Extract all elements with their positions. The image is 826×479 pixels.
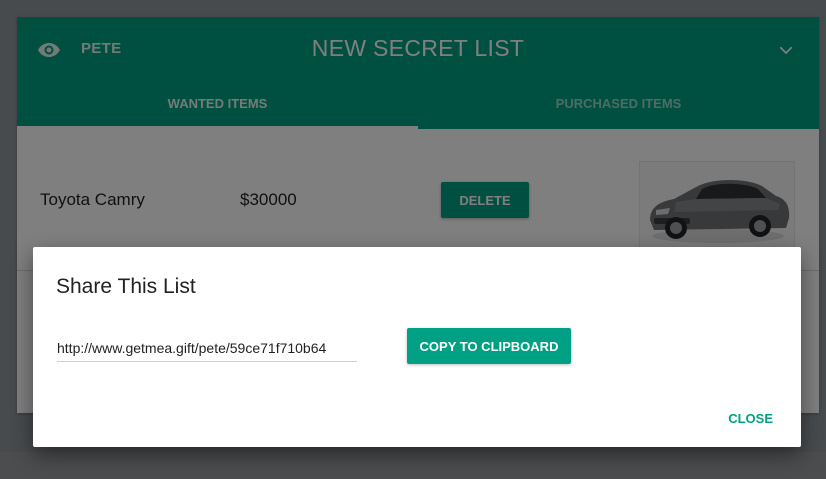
share-url-field[interactable] [57, 335, 357, 362]
copy-to-clipboard-button[interactable]: COPY TO CLIPBOARD [407, 328, 571, 364]
dialog-title: Share This List [56, 275, 196, 298]
close-button[interactable]: CLOSE [720, 407, 781, 430]
share-dialog: Share This List COPY TO CLIPBOARD CLOSE [33, 247, 801, 447]
